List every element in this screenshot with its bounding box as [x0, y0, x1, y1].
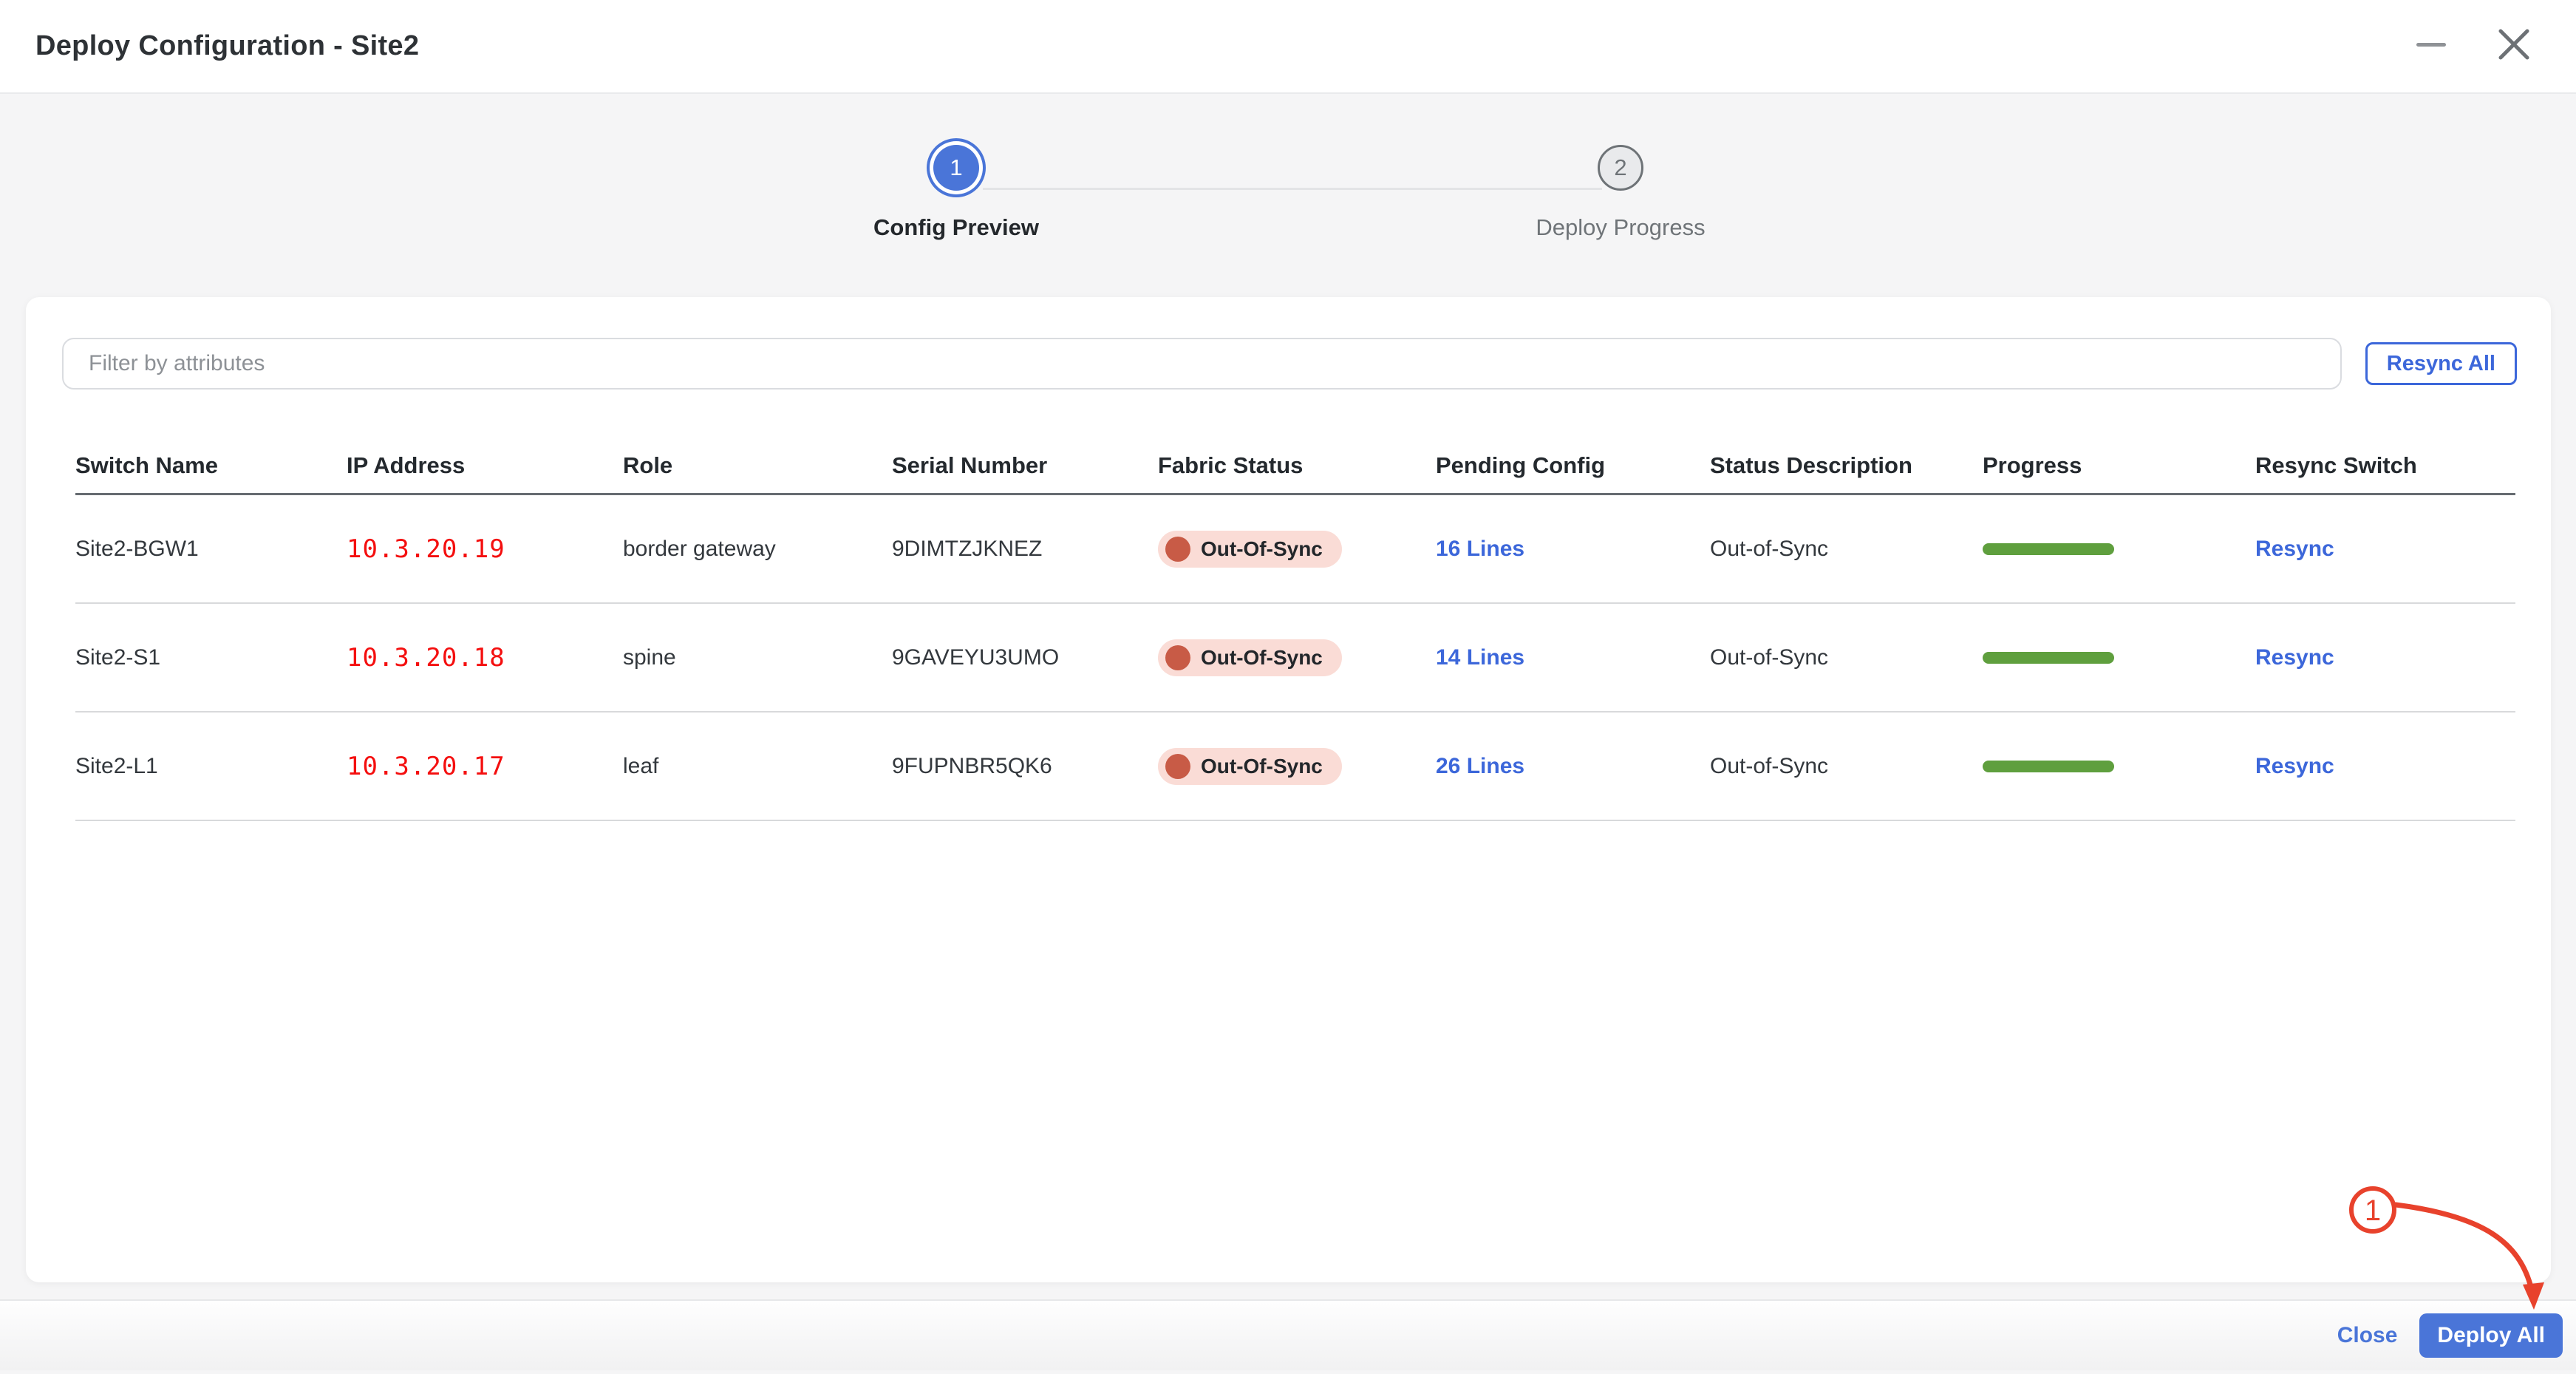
- serial-number-cell: 9FUPNBR5QK6: [892, 754, 1158, 779]
- dialog-titlebar: Deploy Configuration - Site2: [0, 0, 2576, 94]
- status-badge-label: Out-Of-Sync: [1201, 646, 1323, 670]
- table-row: Site2-L1 10.3.20.17 leaf 9FUPNBR5QK6 Out…: [75, 712, 2515, 821]
- step-2-label: Deploy Progress: [1502, 214, 1739, 241]
- wizard-stepper: 1 Config Preview 2 Deploy Progress: [0, 145, 2576, 248]
- role-cell: spine: [623, 645, 892, 670]
- out-of-sync-dot-icon: [1165, 537, 1190, 562]
- col-header-role: Role: [623, 452, 892, 479]
- col-header-fabric-status: Fabric Status: [1158, 452, 1436, 479]
- pending-config-link[interactable]: 14 Lines: [1436, 645, 1524, 670]
- col-header-ip-address: IP Address: [347, 452, 623, 479]
- step-1-label: Config Preview: [838, 214, 1074, 241]
- ip-address-cell: 10.3.20.18: [347, 643, 623, 673]
- dialog-footer: Close Deploy All: [0, 1299, 2576, 1370]
- progress-cell: [1983, 543, 2129, 555]
- table-row: Site2-S1 10.3.20.18 spine 9GAVEYU3UMO Ou…: [75, 604, 2515, 712]
- table-header-row: Switch Name IP Address Role Serial Numbe…: [75, 438, 2515, 495]
- role-cell: border gateway: [623, 537, 892, 562]
- minimize-icon: [2415, 28, 2447, 64]
- ip-address-cell: 10.3.20.19: [347, 534, 623, 564]
- ip-address-cell: 10.3.20.17: [347, 752, 623, 781]
- step-2-number: 2: [1614, 154, 1626, 181]
- close-dialog-link[interactable]: Close: [2337, 1323, 2398, 1348]
- status-description-cell: Out-of-Sync: [1710, 754, 1983, 779]
- switch-table: Switch Name IP Address Role Serial Numbe…: [62, 438, 2515, 821]
- resync-switch-cell: Resync: [2255, 537, 2515, 562]
- status-badge-label: Out-Of-Sync: [1201, 537, 1323, 561]
- switch-name-cell: Site2-BGW1: [75, 537, 347, 562]
- serial-number-cell: 9DIMTZJKNEZ: [892, 537, 1158, 562]
- table-toolbar: Resync All: [62, 338, 2517, 390]
- step-2-circle: 2: [1598, 145, 1643, 191]
- pending-config-cell: 14 Lines: [1436, 645, 1710, 670]
- role-cell: leaf: [623, 754, 892, 779]
- status-description-cell: Out-of-Sync: [1710, 537, 1983, 562]
- serial-number-cell: 9GAVEYU3UMO: [892, 645, 1158, 670]
- status-badge-label: Out-Of-Sync: [1201, 755, 1323, 778]
- step-config-preview[interactable]: 1 Config Preview: [838, 145, 1074, 241]
- step-1-circle: 1: [933, 145, 979, 191]
- fabric-status-cell: Out-Of-Sync: [1158, 748, 1436, 785]
- switch-name-cell: Site2-L1: [75, 754, 347, 779]
- status-badge: Out-Of-Sync: [1158, 748, 1342, 785]
- page-title: Deploy Configuration - Site2: [35, 30, 419, 62]
- col-header-resync-switch: Resync Switch: [2255, 452, 2515, 479]
- resync-switch-cell: Resync: [2255, 754, 2515, 779]
- close-icon: [2496, 27, 2532, 66]
- col-header-status-description: Status Description: [1710, 452, 1983, 479]
- pending-config-cell: 16 Lines: [1436, 537, 1710, 562]
- table-row: Site2-BGW1 10.3.20.19 border gateway 9DI…: [75, 495, 2515, 604]
- fabric-status-cell: Out-Of-Sync: [1158, 531, 1436, 568]
- resync-switch-cell: Resync: [2255, 645, 2515, 670]
- pending-config-cell: 26 Lines: [1436, 754, 1710, 779]
- status-badge: Out-Of-Sync: [1158, 531, 1342, 568]
- col-header-switch-name: Switch Name: [75, 452, 347, 479]
- col-header-pending-config: Pending Config: [1436, 452, 1710, 479]
- resync-all-button[interactable]: Resync All: [2365, 342, 2517, 385]
- filter-input[interactable]: [62, 338, 2342, 390]
- step-deploy-progress[interactable]: 2 Deploy Progress: [1502, 145, 1739, 241]
- minimize-button[interactable]: [2410, 26, 2452, 67]
- pending-config-link[interactable]: 26 Lines: [1436, 754, 1524, 778]
- progress-bar: [1983, 543, 2114, 555]
- progress-cell: [1983, 761, 2129, 772]
- progress-cell: [1983, 652, 2129, 664]
- progress-bar: [1983, 652, 2114, 664]
- close-button[interactable]: [2493, 26, 2535, 67]
- deploy-all-button[interactable]: Deploy All: [2419, 1313, 2563, 1358]
- switch-name-cell: Site2-S1: [75, 645, 347, 670]
- status-description-cell: Out-of-Sync: [1710, 645, 1983, 670]
- col-header-serial-number: Serial Number: [892, 452, 1158, 479]
- progress-bar: [1983, 761, 2114, 772]
- out-of-sync-dot-icon: [1165, 645, 1190, 670]
- pending-config-link[interactable]: 16 Lines: [1436, 537, 1524, 561]
- resync-link[interactable]: Resync: [2255, 754, 2334, 778]
- config-preview-panel: Resync All Switch Name IP Address Role S…: [26, 297, 2551, 1282]
- col-header-progress: Progress: [1983, 452, 2255, 479]
- fabric-status-cell: Out-Of-Sync: [1158, 639, 1436, 676]
- status-badge: Out-Of-Sync: [1158, 639, 1342, 676]
- resync-link[interactable]: Resync: [2255, 537, 2334, 561]
- window-controls: [2410, 26, 2541, 67]
- out-of-sync-dot-icon: [1165, 754, 1190, 779]
- resync-link[interactable]: Resync: [2255, 645, 2334, 670]
- step-1-number: 1: [950, 154, 962, 181]
